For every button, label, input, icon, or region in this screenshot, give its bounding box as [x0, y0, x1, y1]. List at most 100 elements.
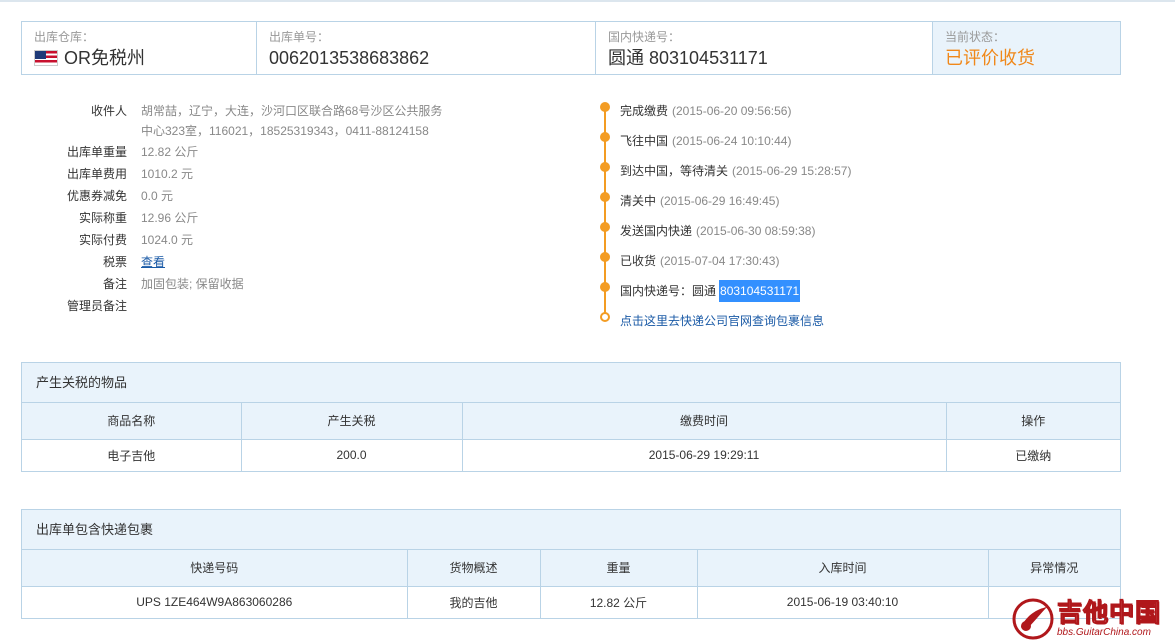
- timeline-label: 完成缴费: [620, 104, 669, 118]
- timeline-dot-icon: [600, 192, 610, 202]
- detail-row: 实际付费 1024.0 元: [60, 229, 500, 251]
- column-header: 入库时间: [697, 550, 989, 587]
- timeline-time: (2015-06-20 09:56:56): [672, 104, 792, 118]
- detail-value: 1010.2 元: [141, 167, 194, 181]
- timeline-item: 到达中国，等待清关 (2015-06-29 15:28:57): [600, 156, 1120, 186]
- warehouse-name: OR免税州: [64, 48, 145, 68]
- parcels-table: 快递号码 货物概述 重量 入库时间 异常情况 UPS 1ZE464W9A8630…: [22, 550, 1120, 618]
- detail-value: 加固包装; 保留收据: [141, 277, 244, 291]
- detail-row: 优惠券减免 0.0 元: [60, 185, 500, 207]
- detail-row: 出库单重量 12.82 公斤: [60, 141, 500, 163]
- table-cell: 2015-06-19 03:40:10: [697, 586, 989, 618]
- top-divider: [0, 0, 1175, 2]
- timeline-item: 清关中 (2015-06-29 16:49:45): [600, 186, 1120, 216]
- table-row: UPS 1ZE464W9A863060286 我的吉他 12.82 公斤 201…: [22, 586, 1120, 618]
- table-row: 电子吉他 200.0 2015-06-29 19:29:11 已缴纳: [22, 439, 1120, 471]
- order-number-label: 出库单号：: [269, 30, 330, 44]
- timeline-label: 已收货: [620, 254, 657, 268]
- column-header: 重量: [540, 550, 698, 587]
- panel-title: 产生关税的物品: [22, 363, 1120, 403]
- timeline-label: 国内快递号：圆通: [620, 284, 717, 298]
- column-header: 异常情况: [988, 550, 1120, 587]
- recipient-address: 胡常喆，辽宁，大连，沙河口区联合路68号沙区公共服务 中心323室，116021…: [141, 100, 442, 141]
- status-label: 当前状态：: [945, 30, 1006, 44]
- site-watermark: 吉他中国 bbs.GuitarChina.com: [1011, 596, 1171, 642]
- express-value: 圆通 803104531171: [608, 48, 768, 68]
- detail-key: 实际付费: [78, 233, 127, 247]
- timeline-label: 发送国内快递: [620, 224, 693, 238]
- column-header: 货物概述: [407, 550, 541, 587]
- courier-site-link[interactable]: 点击这里去快递公司官网查询包裹信息: [620, 310, 824, 332]
- order-number-value: 0062013538683862: [269, 48, 430, 68]
- timeline-time: (2015-06-24 10:10:44): [672, 134, 792, 148]
- timeline-dot-icon: [600, 132, 610, 142]
- timeline-dot-icon: [600, 252, 610, 262]
- tax-items-panel: 产生关税的物品 商品名称 产生关税 缴费时间 操作 电子吉他 200.0 201…: [21, 362, 1121, 472]
- detail-row: 税票 查看: [60, 251, 500, 273]
- timeline-end-dot-icon: [600, 312, 610, 322]
- detail-row: 出库单费用 1010.2 元: [60, 163, 500, 185]
- status-cell: 当前状态： 已评价收货: [933, 22, 1120, 74]
- detail-row: 实际称重 12.96 公斤: [60, 207, 500, 229]
- detail-key: 税票: [102, 255, 127, 269]
- timeline-dot-icon: [600, 162, 610, 172]
- table-cell: 12.82 公斤: [540, 586, 698, 618]
- table-header-row: 商品名称 产生关税 缴费时间 操作: [22, 403, 1120, 440]
- detail-row: 备注 加固包装; 保留收据: [60, 273, 500, 295]
- detail-value: 12.96 公斤: [141, 211, 199, 225]
- detail-key: 备注: [102, 277, 127, 291]
- parcels-panel: 出库单包含快递包裹 快递号码 货物概述 重量 入库时间 异常情况 UPS 1ZE…: [21, 509, 1121, 619]
- timeline-item: 完成缴费 (2015-06-20 09:56:56): [600, 96, 1120, 126]
- panel-title: 出库单包含快递包裹: [22, 510, 1120, 550]
- table-cell: UPS 1ZE464W9A863060286: [22, 586, 408, 618]
- timeline-item-link: 点击这里去快递公司官网查询包裹信息: [600, 306, 1120, 336]
- shipping-timeline: 完成缴费 (2015-06-20 09:56:56) 飞往中国 (2015-06…: [600, 96, 1120, 336]
- column-header: 产生关税: [241, 403, 463, 440]
- order-number-cell: 出库单号： 0062013538683862: [257, 22, 596, 74]
- timeline-item: 飞往中国 (2015-06-24 10:10:44): [600, 126, 1120, 156]
- column-header: 快递号码: [22, 550, 408, 587]
- status-value: 已评价收货: [945, 48, 1035, 68]
- address-line-2: 中心323室，116021，18525319343，0411-88124158: [141, 124, 429, 138]
- address-line-1: 胡常喆，辽宁，大连，沙河口区联合路68号沙区公共服务: [141, 104, 443, 118]
- detail-row-recipient: 收件人 胡常喆，辽宁，大连，沙河口区联合路68号沙区公共服务 中心323室，11…: [60, 100, 500, 141]
- warehouse-value: OR免税州: [34, 46, 244, 70]
- timeline-time: (2015-06-29 16:49:45): [660, 194, 780, 208]
- timeline-time: (2015-06-29 15:28:57): [732, 164, 852, 178]
- timeline-dot-icon: [600, 102, 610, 112]
- table-cell: 已缴纳: [1015, 448, 1052, 463]
- detail-key: 出库单重量: [66, 145, 127, 159]
- timeline-time: (2015-07-04 17:30:43): [660, 254, 780, 268]
- detail-key: 优惠券减免: [66, 189, 127, 203]
- column-header: 商品名称: [22, 403, 242, 440]
- timeline-dot-icon: [600, 282, 610, 292]
- warehouse-label: 出库仓库：: [34, 30, 95, 44]
- timeline-label: 清关中: [620, 194, 657, 208]
- view-tax-invoice-link[interactable]: 查看: [141, 251, 165, 273]
- table-cell: 电子吉他: [22, 439, 242, 471]
- express-cell: 国内快递号： 圆通 803104531171: [596, 22, 933, 74]
- guitar-china-logo-icon: [1012, 598, 1054, 640]
- detail-value: 0.0 元: [141, 189, 174, 203]
- tracking-number-selected[interactable]: 803104531171: [719, 280, 801, 302]
- table-cell: 我的吉他: [407, 586, 541, 618]
- express-label: 国内快递号：: [608, 30, 681, 44]
- warehouse-cell: 出库仓库： OR免税州: [22, 22, 257, 74]
- detail-key: 出库单费用: [66, 167, 127, 181]
- column-header: 操作: [946, 403, 1120, 440]
- order-details: 收件人 胡常喆，辽宁，大连，沙河口区联合路68号沙区公共服务 中心323室，11…: [60, 100, 500, 317]
- order-info-bar: 出库仓库： OR免税州 出库单号： 0062013538683862 国内快递号…: [21, 21, 1121, 75]
- watermark-title: 吉他中国: [1056, 599, 1162, 628]
- us-flag-icon: [34, 50, 58, 66]
- timeline-dot-icon: [600, 222, 610, 232]
- table-cell: 2015-06-29 19:29:11: [462, 439, 947, 471]
- timeline-item-tracking: 国内快递号：圆通 803104531171: [600, 276, 1120, 306]
- watermark-url: bbs.GuitarChina.com: [1057, 627, 1151, 638]
- column-header: 缴费时间: [462, 403, 947, 440]
- detail-key: 实际称重: [78, 211, 127, 225]
- timeline-item: 发送国内快递 (2015-06-30 08:59:38): [600, 216, 1120, 246]
- timeline-label: 飞往中国: [620, 134, 669, 148]
- detail-key: 收件人: [90, 104, 127, 118]
- detail-value: 1024.0 元: [141, 233, 194, 247]
- timeline-time: (2015-06-30 08:59:38): [696, 224, 816, 238]
